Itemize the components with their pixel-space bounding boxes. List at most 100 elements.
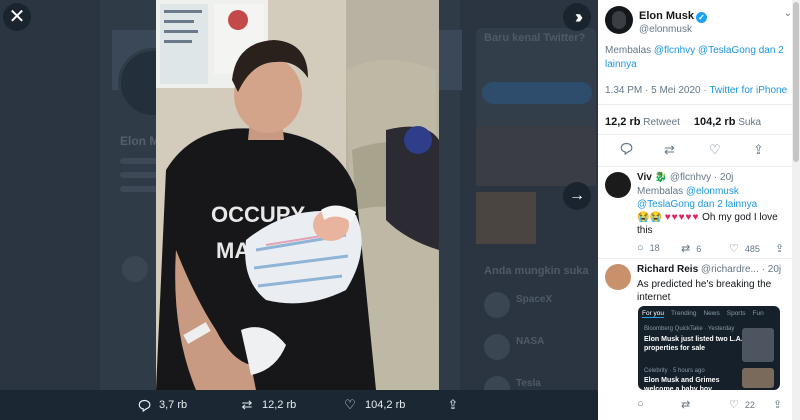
reply-mentions[interactable]: @flcnhvy @TeslaGong: [654, 45, 756, 56]
card-source: Bloomberg QuickTake · Yesterday: [644, 326, 735, 332]
reply-like-action[interactable]: ♡ 22: [729, 398, 755, 411]
divider: [598, 166, 800, 167]
background-suggestion-name: SpaceX: [516, 294, 553, 305]
reply-like-action[interactable]: ♡ 485: [729, 242, 760, 255]
reply-author-row[interactable]: Richard Reis @richardre... · 20j: [637, 264, 781, 275]
like-count[interactable]: 104,2 rb: [694, 116, 736, 128]
tweet-time[interactable]: 1.34 PM · 5 Mei 2020 ·: [605, 85, 709, 96]
chevron-down-icon[interactable]: ⌄: [784, 8, 792, 19]
avatar[interactable]: [605, 264, 631, 290]
avatar[interactable]: [605, 6, 633, 34]
close-button[interactable]: ✕: [3, 3, 31, 31]
card-thumbnail: [742, 368, 774, 388]
heart-icon: ♡: [344, 397, 356, 412]
background-media: [476, 192, 536, 244]
reply-reply-action[interactable]: ○ 18: [637, 242, 660, 254]
share-icon: ⇪: [773, 399, 783, 411]
card-headline: Elon Musk and Grimes welcome a baby boy: [644, 377, 720, 390]
next-photo-button[interactable]: →: [563, 182, 591, 210]
card-source: Celebrity · 5 hours ago: [644, 368, 705, 374]
background-suggestion-avatar: [484, 292, 510, 318]
retweet-icon: ⇄: [681, 399, 691, 411]
heart-icon[interactable]: ♡: [709, 142, 721, 158]
expand-icon: ››: [575, 6, 583, 27]
tweet-photo[interactable]: OCCUPY MARS: [156, 0, 439, 390]
reply-prefix: Membalas: [637, 186, 686, 197]
retweet-icon[interactable]: ⇄: [664, 142, 675, 158]
retweet-label: Retweet: [640, 117, 680, 128]
reply-text: 😭😭 ♥♥♥♥♥ Oh my god I love this: [637, 211, 787, 237]
reply-replying-to: Membalas @elonmusk @TeslaGong dan 2 lain…: [637, 185, 787, 211]
reply-retweet-action[interactable]: ⇄ 6: [681, 242, 701, 255]
reply-like-count: 485: [744, 244, 760, 254]
card-tab: Trending: [671, 310, 697, 317]
tweet-sidebar: Elon Musk ✓ @elonmusk ⌄ Membalas @flcnhvy…: [598, 0, 800, 420]
card-tabs: For you Trending News Sports Fun: [642, 310, 771, 318]
tweet-timestamp: 1.34 PM · 5 Mei 2020 · Twitter for iPhon…: [605, 85, 787, 96]
share-icon: ⇪: [447, 397, 459, 412]
tweet-actions: ⇄ ♡ ⇪: [598, 142, 792, 160]
embedded-screenshot[interactable]: For you Trending News Sports Fun Bloomberg Q…: [638, 306, 780, 390]
card-tab: Sports: [726, 310, 746, 317]
scrollbar[interactable]: [792, 0, 800, 420]
retweet-icon: ⇄: [681, 243, 691, 255]
reply-icon: [137, 398, 151, 412]
card-headline: Elon Musk just listed two L.A. propertie…: [644, 336, 743, 352]
reply-retweet-count: 6: [696, 244, 702, 254]
reply-author-handle: @richardre... · 20j: [700, 264, 782, 275]
photo-retweet-count: 12,2 rb: [262, 399, 297, 411]
reply-suffix[interactable]: dan 2 lainnya: [695, 199, 758, 210]
reply-share-action[interactable]: ⇪: [773, 398, 788, 411]
background-text-line: [120, 186, 160, 192]
reply-hearts: ♥♥♥♥♥: [664, 212, 700, 223]
reply-share-action[interactable]: ⇪: [775, 242, 790, 255]
background-icon: [122, 256, 148, 282]
share-icon[interactable]: ⇪: [753, 142, 764, 158]
reply-icon[interactable]: [620, 142, 633, 158]
replying-to: Membalas @flcnhvy @TeslaGong dan 2 lainn…: [605, 44, 785, 72]
scrollbar-thumb[interactable]: [793, 2, 799, 162]
background-suggestion-avatar: [484, 334, 510, 360]
reply-author-name: Richard Reis: [637, 264, 699, 275]
share-icon: ⇪: [775, 243, 785, 255]
photo-retweet-action[interactable]: ⇄ 12,2 rb: [240, 397, 297, 412]
divider: [598, 134, 800, 135]
divider: [598, 104, 800, 105]
reply-author-row[interactable]: Viv 🐉 @flcnhvy · 20j: [637, 172, 733, 183]
avatar[interactable]: [605, 172, 631, 198]
background-profile-name: Elon M: [120, 134, 160, 148]
reply-icon: ○: [637, 398, 644, 410]
photo-share-action[interactable]: ⇪: [446, 397, 460, 412]
card-tab: For you: [642, 310, 665, 318]
author-handle[interactable]: @elonmusk: [639, 24, 692, 35]
expand-button[interactable]: ››: [563, 3, 591, 31]
background-media: [476, 126, 596, 186]
close-icon: ✕: [8, 6, 26, 28]
reply-tweet[interactable]: Viv 🐉 @flcnhvy · 20j Membalas @elonmusk …: [605, 172, 790, 256]
tweet-source[interactable]: Twitter for iPhone: [709, 85, 787, 96]
reply-reply-count: 18: [649, 243, 660, 253]
reply-reply-action[interactable]: ○: [637, 398, 650, 410]
next-arrow-icon: →: [569, 187, 585, 204]
heart-icon: ♡: [729, 243, 739, 255]
card-tab: News: [703, 310, 720, 317]
retweet-count[interactable]: 12,2 rb: [605, 116, 640, 128]
reply-author-name: Viv: [637, 172, 652, 183]
photo-action-bar: 3,7 rb ⇄ 12,2 rb ♡ 104,2 rb ⇪: [0, 390, 598, 420]
card-tab: Fun: [752, 310, 764, 317]
photo-illustration: OCCUPY MARS: [156, 0, 439, 390]
photo-reply-action[interactable]: 3,7 rb: [137, 398, 187, 412]
reply-like-count: 22: [744, 400, 755, 410]
author-name-row[interactable]: Elon Musk ✓: [639, 10, 708, 23]
reply-actions: ○ 18 ⇄ 6 ♡ 485 ⇪: [637, 242, 787, 256]
author-name: Elon Musk: [639, 10, 695, 22]
divider: [598, 258, 800, 259]
reply-icon: ○: [637, 242, 644, 254]
tweet-stats: 12,2 rb Retweet 104,2 rb Suka: [605, 116, 761, 128]
background-suggest-title: Anda mungkin suka: [484, 265, 589, 277]
photo-like-count: 104,2 rb: [365, 399, 406, 411]
card-thumbnail: [742, 328, 774, 362]
photo-like-action[interactable]: ♡ 104,2 rb: [343, 397, 406, 412]
reply-retweet-action[interactable]: ⇄: [681, 398, 696, 411]
reply-author-handle: @flcnhvy · 20j: [669, 172, 734, 183]
